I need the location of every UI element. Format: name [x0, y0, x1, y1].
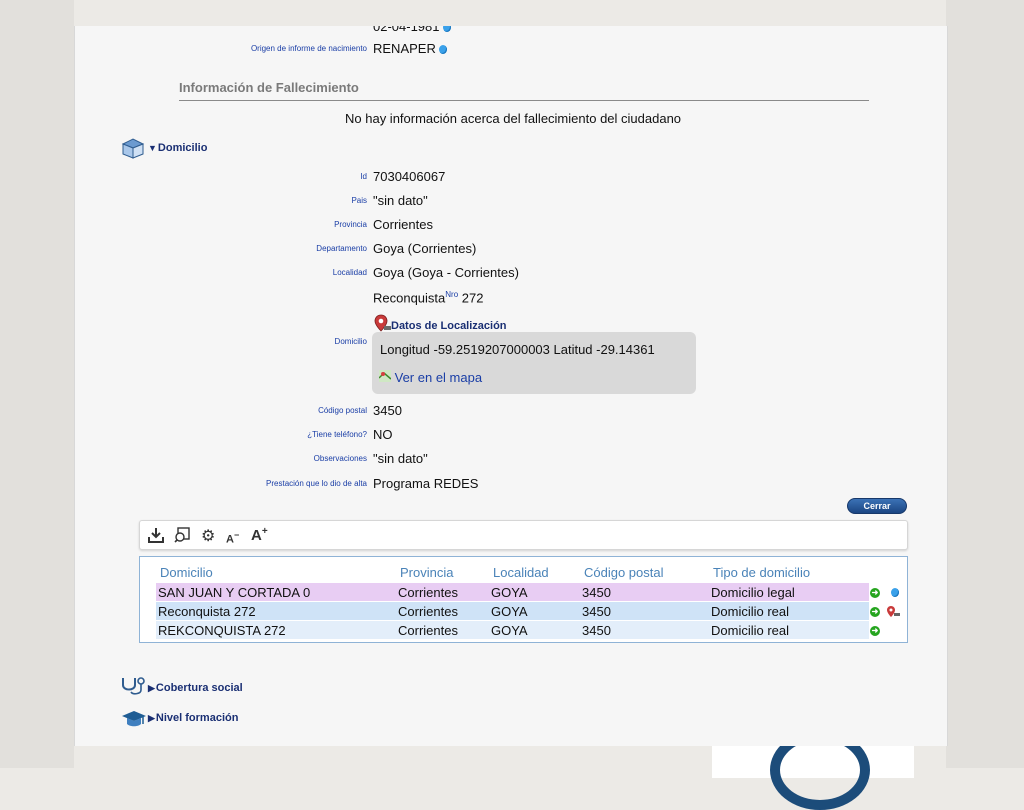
domicilio-label: Domicilio: [334, 337, 367, 346]
pais-value: "sin dato": [373, 193, 428, 208]
font-increase-icon[interactable]: A+: [251, 526, 268, 544]
section-divider: [179, 100, 869, 101]
table-row[interactable]: Reconquista 272 Corrientes GOYA 3450 Dom…: [156, 602, 869, 620]
column-header-localidad[interactable]: Localidad: [493, 565, 549, 580]
triangle-right-icon: ▶: [148, 683, 155, 693]
column-header-codigo-postal[interactable]: Código postal: [584, 565, 664, 580]
pais-label: Pais: [351, 196, 367, 205]
prestacion-label: Prestación que lo dio de alta: [266, 479, 367, 488]
info-icon[interactable]: [442, 26, 451, 32]
cell-provincia: Corrientes: [398, 623, 458, 638]
cell-domicilio: REKCONQUISTA 272: [158, 623, 286, 638]
addresses-table: Domicilio Provincia Localidad Código pos…: [139, 556, 908, 643]
graduation-cap-icon: [121, 709, 147, 734]
download-icon[interactable]: [148, 527, 164, 546]
id-value: 7030406067: [373, 169, 446, 184]
column-header-provincia[interactable]: Provincia: [400, 565, 453, 580]
death-section-heading: Información de Fallecimiento: [179, 80, 359, 95]
street-address: ReconquistaNro 272: [373, 290, 484, 305]
column-header-domicilio[interactable]: Domicilio: [160, 565, 213, 580]
coordinates: Longitud -59.2519207000003 Latitud -29.1…: [380, 342, 655, 357]
background-building: [0, 0, 74, 768]
close-button[interactable]: Cerrar: [847, 498, 907, 514]
localidad-value: Goya (Goya - Corrientes): [373, 265, 519, 280]
cell-domicilio: SAN JUAN Y CORTADA 0: [158, 585, 311, 600]
info-icon[interactable]: [891, 588, 899, 597]
go-arrow-icon[interactable]: ➜: [870, 626, 880, 636]
go-arrow-icon[interactable]: ➜: [870, 607, 880, 617]
cell-cp: 3450: [582, 585, 611, 600]
house-icon: [121, 137, 145, 164]
cell-tipo: Domicilio real: [711, 604, 790, 619]
tel-label: ¿Tiene teléfono?: [307, 430, 367, 439]
search-window-icon[interactable]: [174, 527, 190, 546]
cell-tipo: Domicilio legal: [711, 585, 795, 600]
birth-origin-value: RENAPER: [373, 41, 447, 56]
departamento-label: Departamento: [316, 244, 367, 253]
citizen-detail-panel: 02-04-1981 Origen de informe de nacimien…: [74, 26, 948, 746]
cp-value: 3450: [373, 403, 402, 418]
street-name: Reconquista: [373, 290, 446, 306]
triangle-right-icon: ▶: [148, 713, 155, 723]
provincia-label: Provincia: [334, 220, 367, 229]
prestacion-value: Programa REDES: [373, 476, 479, 491]
table-row[interactable]: SAN JUAN Y CORTADA 0 Corrientes GOYA 345…: [156, 583, 869, 601]
table-toolbar: ⚙ A− A+: [139, 520, 908, 550]
nivel-formacion-toggle[interactable]: ▶Nivel formación: [148, 712, 238, 724]
street-number: 272: [461, 290, 484, 306]
column-header-tipo[interactable]: Tipo de domicilio: [713, 565, 810, 580]
cell-localidad: GOYA: [491, 585, 528, 600]
gear-icon[interactable]: ⚙: [201, 526, 215, 546]
localidad-label: Localidad: [332, 268, 367, 277]
cell-provincia: Corrientes: [398, 604, 458, 619]
view-map-link[interactable]: Ver en el mapa: [378, 370, 482, 385]
cell-localidad: GOYA: [491, 604, 528, 619]
table-row[interactable]: REKCONQUISTA 272 Corrientes GOYA 3450 Do…: [156, 621, 869, 639]
cp-label: Código postal: [318, 406, 367, 415]
cell-domicilio: Reconquista 272: [158, 604, 256, 619]
cell-tipo: Domicilio real: [711, 623, 790, 638]
tel-value: NO: [373, 427, 393, 442]
birth-date-partial: 02-04-1981: [373, 26, 451, 34]
departamento-value: Goya (Corrientes): [373, 241, 477, 256]
triangle-down-icon: ▼: [148, 143, 157, 153]
domicilio-toggle[interactable]: ▼Domicilio: [148, 142, 207, 154]
cell-cp: 3450: [582, 604, 611, 619]
provincia-value: Corrientes: [373, 217, 433, 232]
cell-provincia: Corrientes: [398, 585, 458, 600]
obs-label: Observaciones: [313, 454, 367, 463]
map-pin-icon[interactable]: [886, 605, 900, 623]
cell-localidad: GOYA: [491, 623, 528, 638]
cobertura-social-toggle[interactable]: ▶Cobertura social: [148, 682, 243, 694]
nro-superscript: Nro: [445, 290, 459, 299]
id-label: Id: [360, 172, 367, 181]
info-icon[interactable]: [438, 45, 447, 54]
location-box: Longitud -59.2519207000003 Latitud -29.1…: [372, 332, 696, 394]
birth-origin-label: Origen de informe de nacimiento: [250, 44, 367, 53]
background-building-right: [946, 0, 1024, 768]
font-decrease-icon[interactable]: A−: [226, 530, 239, 546]
map-icon: [378, 370, 392, 385]
stethoscope-icon: [119, 676, 145, 703]
go-arrow-icon[interactable]: ➜: [870, 588, 880, 598]
obs-value: "sin dato": [373, 451, 428, 466]
death-message: No hay información acerca del fallecimie…: [345, 111, 682, 126]
cell-cp: 3450: [582, 623, 611, 638]
